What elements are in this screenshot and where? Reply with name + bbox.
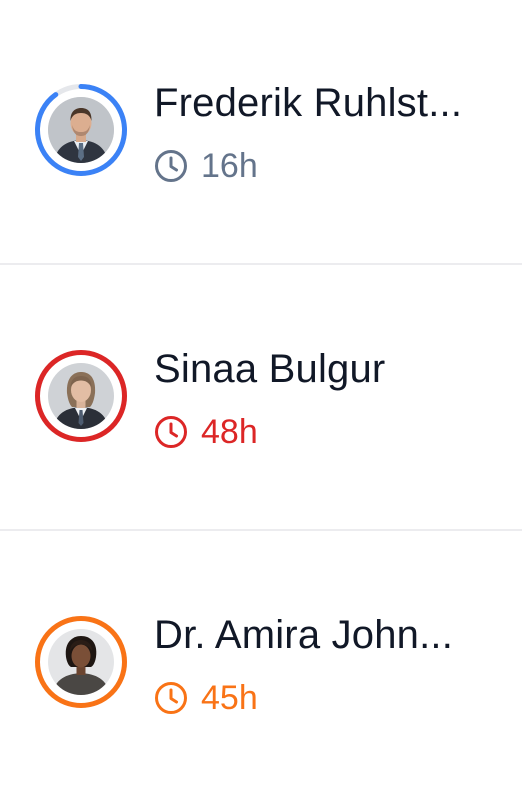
divider — [0, 263, 522, 265]
hours-label: 16h — [201, 147, 258, 185]
hours-label: 48h — [201, 413, 258, 451]
list-item[interactable]: Sinaa Bulgur 48h — [0, 266, 522, 530]
avatar-photo — [48, 97, 114, 163]
clock-icon — [155, 150, 187, 182]
time-meta: 45h — [154, 680, 258, 716]
people-list: Frederik Ruhlst... 16h Sinaa Bulgur 48h … — [0, 0, 522, 796]
avatar — [33, 82, 129, 178]
person-name: Frederik Ruhlst... — [154, 81, 463, 125]
hours-label: 45h — [201, 679, 258, 717]
avatar — [33, 614, 129, 710]
avatar-photo — [48, 629, 114, 695]
clock-icon — [155, 682, 187, 714]
avatar — [33, 348, 129, 444]
person-name: Dr. Amira John... — [154, 613, 454, 657]
time-meta: 16h — [154, 148, 258, 184]
clock-icon — [155, 416, 187, 448]
list-item[interactable]: Frederik Ruhlst... 16h — [0, 0, 522, 264]
divider — [0, 529, 522, 531]
person-name: Sinaa Bulgur — [154, 347, 386, 391]
time-meta: 48h — [154, 414, 258, 450]
avatar-photo — [48, 363, 114, 429]
list-item[interactable]: Dr. Amira John... 45h — [0, 532, 522, 796]
